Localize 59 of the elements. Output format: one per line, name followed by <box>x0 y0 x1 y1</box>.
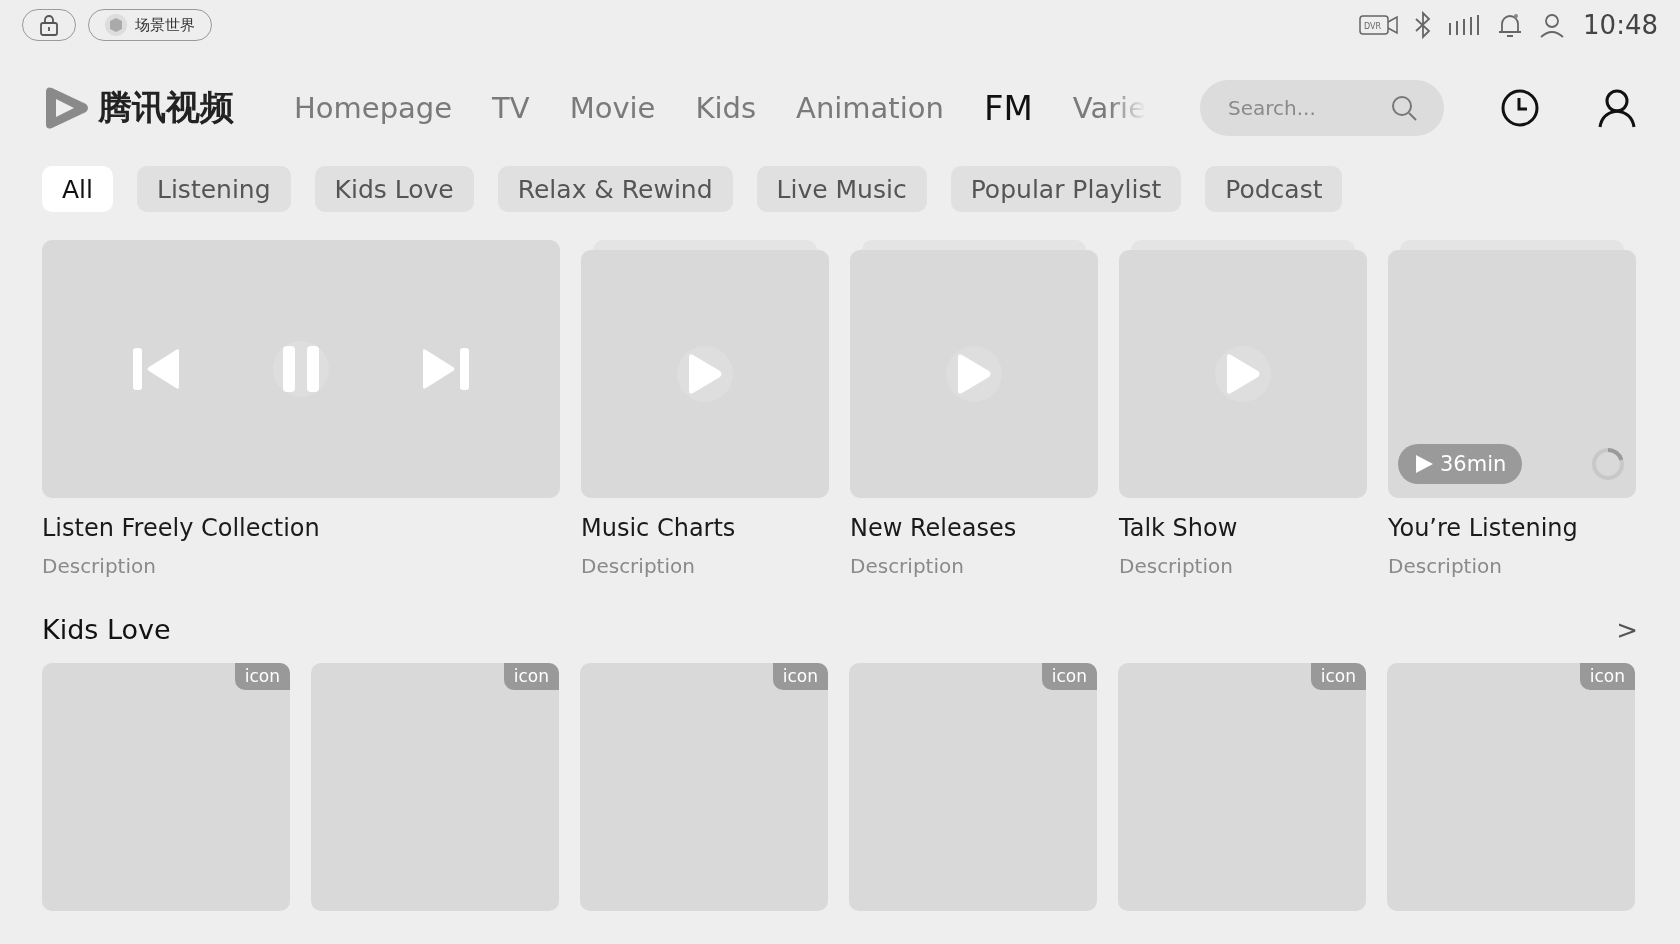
cube-icon <box>105 14 127 36</box>
profile-button[interactable] <box>1596 87 1638 129</box>
filter-chip[interactable]: All <box>42 166 113 212</box>
more-button[interactable]: > <box>1616 614 1638 645</box>
card-title: You’re Listening <box>1388 514 1579 542</box>
corner-badge: icon <box>1310 663 1366 690</box>
corner-badge: icon <box>1041 663 1097 690</box>
filter-chip[interactable]: Popular Playlist <box>950 166 1182 212</box>
cover-placeholder[interactable]: icon <box>580 663 828 911</box>
filter-chip[interactable]: Live Music <box>756 166 927 212</box>
history-button[interactable] <box>1500 88 1540 128</box>
play-icon <box>687 353 723 395</box>
cover-placeholder[interactable]: icon <box>1387 663 1635 911</box>
cover-placeholder[interactable] <box>581 250 829 498</box>
filter-chip[interactable]: Relax & Rewind <box>497 166 733 212</box>
card-title: New Releases <box>850 514 1018 542</box>
card-description: Description <box>42 554 157 578</box>
card-description: Description <box>581 554 696 578</box>
card-description: Description <box>850 554 965 578</box>
nav-tab[interactable]: Varie <box>1072 91 1146 125</box>
cover-placeholder[interactable]: icon <box>42 663 290 911</box>
play-icon <box>1225 353 1261 395</box>
play-icon <box>1414 453 1434 475</box>
nav-tab[interactable]: Movie <box>569 91 656 125</box>
nav-tab[interactable]: Homepage <box>294 91 453 125</box>
filter-chip[interactable]: Kids Love <box>314 166 474 212</box>
nav-tab[interactable]: Animation <box>796 91 944 125</box>
card-description: Description <box>1119 554 1234 578</box>
cover-placeholder[interactable]: 36min <box>1388 250 1636 498</box>
nav-tab[interactable]: Kids <box>695 91 757 125</box>
card-title: Talk Show <box>1119 514 1239 542</box>
card-description: Description <box>1388 554 1503 578</box>
cover-placeholder[interactable] <box>42 240 560 498</box>
corner-badge: icon <box>234 663 290 690</box>
corner-badge: icon <box>1579 663 1635 690</box>
lock-icon <box>39 14 59 36</box>
nav-tab[interactable]: FM <box>983 88 1033 128</box>
cover-placeholder[interactable] <box>850 250 1098 498</box>
corner-badge: icon <box>772 663 828 690</box>
cover-placeholder[interactable]: icon <box>1118 663 1366 911</box>
cover-placeholder[interactable] <box>1119 250 1367 498</box>
duration-badge[interactable]: 36min <box>1398 444 1523 484</box>
play-icon <box>956 353 992 395</box>
cover-placeholder[interactable]: icon <box>311 663 559 911</box>
card-title: Music Charts <box>581 514 737 542</box>
logo-text: 腾讯视频 <box>98 86 234 129</box>
clock-time: 10:48 <box>1583 10 1658 40</box>
card-title: Listen Freely Collection <box>42 514 321 542</box>
filter-chip[interactable]: Podcast <box>1205 166 1343 212</box>
nav-tab[interactable]: TV <box>492 91 530 125</box>
search-icon <box>1390 94 1418 122</box>
cover-placeholder[interactable]: icon <box>849 663 1097 911</box>
search-field[interactable]: Search... <box>1200 80 1444 136</box>
pause-icon <box>281 346 321 392</box>
filter-chip[interactable]: Listening <box>137 166 291 212</box>
section-title: Kids Love <box>42 614 171 645</box>
clock-icon <box>1500 88 1540 128</box>
corner-badge: icon <box>503 663 559 690</box>
user-icon <box>1596 87 1638 129</box>
